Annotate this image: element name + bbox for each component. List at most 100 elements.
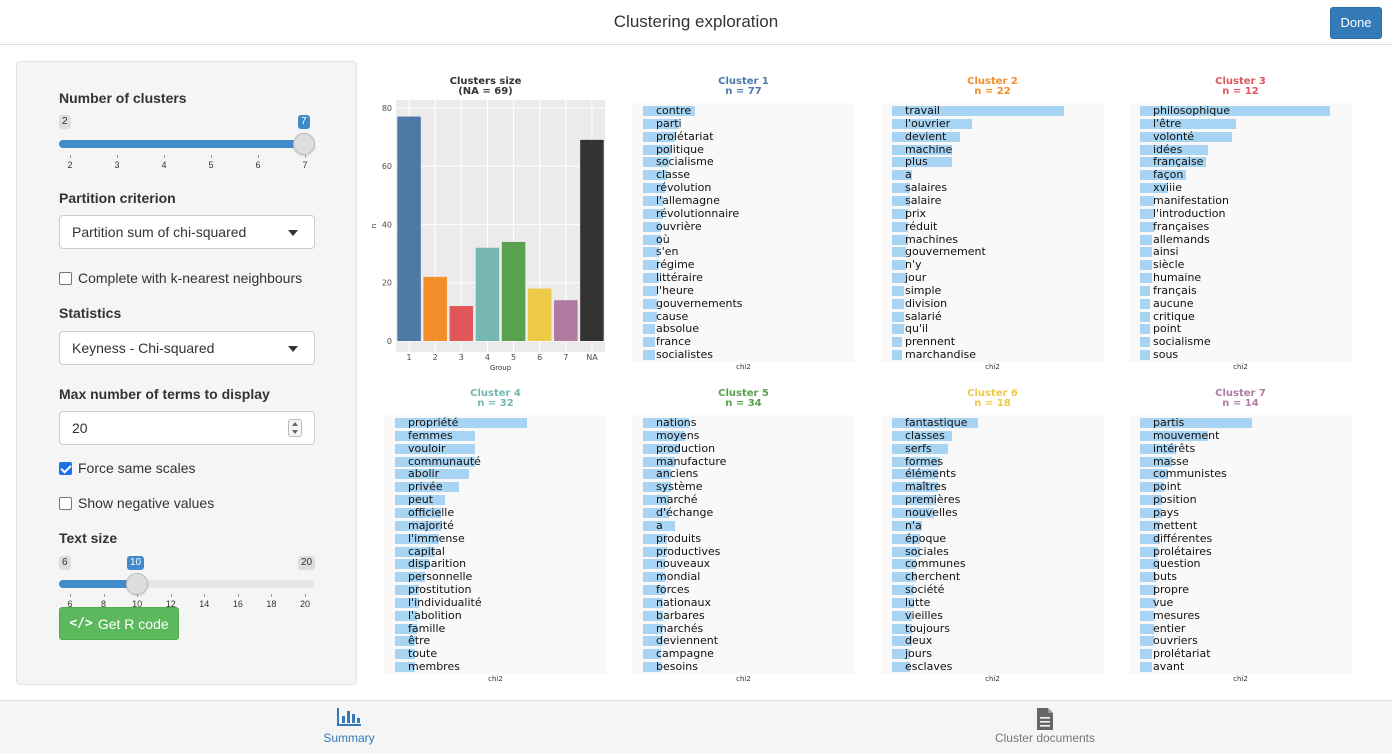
term-label: france [656,335,691,349]
slider-tick-label: 20 [299,599,311,609]
term-label: personnelle [408,570,473,584]
term-label: esclaves [905,660,953,674]
term-label: nouveaux [656,557,711,571]
term-label: besoins [656,660,698,674]
knn-checkbox-label: Complete with k-nearest neighbours [78,270,303,286]
size-bar-7 [554,300,578,341]
term-bar [892,247,906,258]
chevron-down-icon [288,230,298,236]
term-bar [1140,298,1150,309]
cluster-panel-2: Cluster 2n = 22 travail l'ouvrier devient ma… [881,74,1104,374]
clusters-value-bubble: 7 [298,115,310,129]
term-label: sous [1153,348,1179,362]
term-label: manifestation [1153,193,1229,207]
partition-value: Partition sum of chi-squared [72,224,247,240]
term-label: société [905,583,945,597]
cluster-panel-5: Cluster 5n = 34 nations moyens production ma… [632,386,855,686]
clusters-handle[interactable] [293,133,315,155]
term-label: classe [656,168,691,182]
number-spinner-icon[interactable] [288,419,302,437]
term-label: simple [905,283,942,297]
textsize-handle[interactable] [126,573,148,595]
knn-checkbox[interactable]: Complete with k-nearest neighbours [59,270,302,286]
clusters-size-chart: Clusters size (NA = 69) 0 20 40 60 80 1 2 3 4 5 6 7… [363,74,608,374]
slider-tick-mark [305,155,306,158]
clusters-size-svg: 0 20 40 60 80 1 2 3 4 5 6 7 NA Group n [370,100,605,372]
term-label: position [1153,493,1197,507]
term-label: nouvelles [905,505,958,519]
term-bar [892,298,904,309]
term-label: français [1153,283,1197,297]
term-label: politique [656,142,704,156]
term-bar [643,337,655,348]
slider-tick-mark [137,594,139,597]
done-button[interactable]: Done [1330,7,1382,39]
term-label: membres [408,660,460,674]
term-label: peut [408,493,434,507]
term-bar [1140,273,1152,284]
x-axis-label: chi2 [985,675,1000,683]
samescales-checkbox-box[interactable] [59,461,72,475]
knn-checkbox-box[interactable] [59,271,72,285]
statistics-select[interactable]: Keyness - Chi-squared [59,331,315,365]
code-icon: </> [69,616,93,631]
get-r-code-button[interactable]: </> Get R code [59,607,179,640]
get-r-code-label: Get R code [97,615,169,632]
size-bar-1 [397,116,421,341]
term-label: mondial [656,570,701,584]
tab-summary[interactable]: Summary [295,701,403,754]
partition-select[interactable]: Partition sum of chi-squared [59,215,315,249]
term-label: buts [1153,570,1177,584]
term-label: régime [656,258,695,272]
x-tick-label: 7 [563,353,568,362]
samescales-checkbox[interactable]: Force same scales [59,460,195,476]
term-label: s'en [656,245,679,259]
textsize-slider[interactable]: 6 10 20 6 8 10 12 14 16 18 20 [59,555,316,609]
slider-tick-mark [305,594,306,597]
term-label: deviennent [656,634,719,648]
term-label: vieilles [905,608,944,622]
term-bar [643,311,657,322]
x-tick-label: 1 [407,353,412,362]
slider-tick-label: 16 [232,599,243,609]
tab-cluster-documents-label: Cluster documents [994,731,1096,745]
slider-tick-mark [258,155,259,158]
term-bar [1140,285,1150,296]
term-label: ouvrière [656,219,702,233]
x-tick-label: 3 [459,353,464,362]
term-label: gouvernements [656,296,743,310]
x-tick-label: 6 [537,353,542,362]
negative-checkbox[interactable]: Show negative values [59,495,214,511]
y-tick-label: 40 [382,220,392,229]
term-bar [892,350,902,361]
x-axis-label: Group [490,364,512,372]
term-label: aucune [1153,296,1194,310]
cluster-size: n = 77 [725,86,762,97]
term-bar [1140,649,1152,660]
y-tick-label: 80 [382,104,392,113]
term-label: où [656,232,670,246]
term-label: l'introduction [1153,206,1226,220]
tab-summary-label: Summary [323,731,375,745]
term-bar [1140,260,1152,271]
x-axis-label: chi2 [488,675,503,683]
clusters-slider[interactable]: 2 7 2 3 4 5 6 7 [59,114,315,170]
term-bar [1140,623,1154,634]
term-label: prolétariat [656,129,714,143]
cluster-size: n = 34 [725,398,762,409]
term-label: humaine [1153,271,1202,285]
term-label: production [656,441,716,455]
x-axis-label: chi2 [985,363,1000,371]
term-label: partis [1153,416,1185,429]
maxterms-input[interactable]: 20 [59,411,315,445]
term-bar [643,298,657,309]
term-label: toute [408,647,438,661]
term-bar [1140,247,1152,258]
textsize-max-bubble: 20 [298,556,316,570]
term-label: xviiie [1153,181,1182,195]
size-bar-5 [501,241,526,341]
negative-checkbox-box[interactable] [59,496,72,510]
clusters-min-bubble: 2 [59,115,71,129]
term-label: jour [905,271,927,285]
tab-cluster-documents[interactable]: Cluster documents [985,701,1105,754]
